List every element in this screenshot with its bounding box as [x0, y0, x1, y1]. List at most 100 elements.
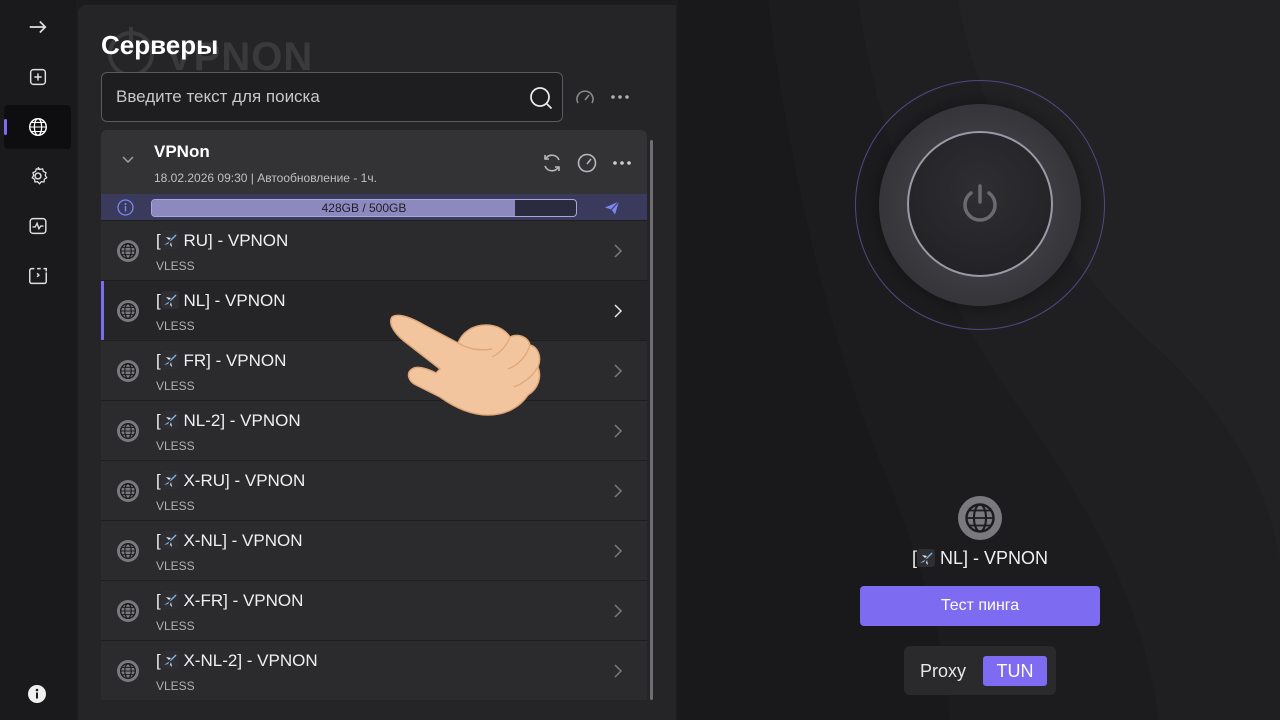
- server-protocol: VLESS: [156, 679, 195, 693]
- add-square-icon: [29, 68, 46, 86]
- chevron-down-icon[interactable]: [121, 152, 135, 166]
- search-box: [101, 72, 563, 122]
- server-name: [ X-FR] - VPNON: [156, 591, 304, 610]
- server-name: [ X-NL] - VPNON: [156, 531, 303, 550]
- speedtest-icon[interactable]: [576, 152, 598, 174]
- server-name: [ NL] - VPNON: [156, 291, 286, 310]
- chevron-right-icon[interactable]: [613, 423, 623, 439]
- server-name-label: X-FR] - VPNON: [183, 591, 304, 610]
- info-icon[interactable]: [117, 199, 134, 216]
- airplane-icon: [160, 591, 179, 609]
- airplane-icon: [160, 351, 179, 369]
- globe-icon: [28, 118, 47, 136]
- airplane-icon: [160, 531, 179, 549]
- chevron-right-icon[interactable]: [613, 543, 623, 559]
- globe-icon: [965, 503, 995, 533]
- ping-test-button[interactable]: Тест пинга: [860, 586, 1100, 626]
- globe-icon: [117, 480, 139, 502]
- server-row[interactable]: [ FR] - VPNON VLESS: [101, 340, 647, 400]
- sidebar-item-tools[interactable]: [4, 254, 71, 298]
- refresh-icon[interactable]: [541, 152, 563, 174]
- more-options-icon[interactable]: [608, 85, 632, 109]
- scrollbar[interactable]: [650, 140, 653, 700]
- server-protocol: VLESS: [156, 319, 195, 333]
- info-icon: [35, 688, 39, 699]
- airplane-icon: [160, 411, 179, 429]
- traffic-progress-bar: 428GB / 500GB: [151, 199, 577, 217]
- chevron-right-icon[interactable]: [613, 243, 623, 259]
- server-protocol: VLESS: [156, 559, 195, 573]
- server-name-label: NL] - VPNON: [183, 291, 286, 310]
- search-input[interactable]: [116, 85, 516, 109]
- arrow-right-icon: [29, 20, 47, 34]
- server-row[interactable]: [ X-NL-2] - VPNON VLESS: [101, 640, 647, 700]
- server-name-label: X-NL] - VPNON: [183, 531, 303, 550]
- server-name-label: NL-2] - VPNON: [183, 411, 301, 430]
- info-button[interactable]: [28, 685, 46, 703]
- server-name: [ RU] - VPNON: [156, 231, 289, 250]
- sidebar-item-settings[interactable]: [4, 154, 71, 198]
- server-name-label: RU] - VPNON: [183, 231, 289, 250]
- airplane-icon: [916, 549, 935, 567]
- sidebar-item-servers[interactable]: [4, 105, 71, 149]
- server-name-label: X-RU] - VPNON: [183, 471, 306, 490]
- server-name: [ X-RU] - VPNON: [156, 471, 306, 490]
- chevron-right-icon[interactable]: [613, 303, 623, 319]
- globe-icon: [117, 420, 139, 442]
- server-row[interactable]: [ NL-2] - VPNON VLESS: [101, 400, 647, 460]
- server-row[interactable]: [ NL] - VPNON VLESS: [101, 280, 647, 341]
- chevron-right-icon[interactable]: [613, 483, 623, 499]
- pointing-hand-icon: [390, 314, 541, 416]
- server-protocol: VLESS: [156, 619, 195, 633]
- current-server-label: NL] - VPNON: [940, 548, 1049, 568]
- server-name: [ X-NL-2] - VPNON: [156, 651, 318, 670]
- globe-icon: [117, 360, 139, 382]
- power-icon: [963, 184, 997, 222]
- airplane-icon: [160, 651, 179, 669]
- box-icon: [28, 267, 47, 285]
- server-name-label: FR] - VPNON: [183, 351, 287, 370]
- connect-power-button[interactable]: [907, 131, 1053, 277]
- gear-icon: [30, 166, 48, 185]
- server-name: [ FR] - VPNON: [156, 351, 287, 370]
- airplane-icon: [160, 291, 179, 309]
- group-update-info: 18.02.2026 09:30 | Автообновление - 1ч.: [154, 171, 377, 185]
- server-protocol: VLESS: [156, 379, 195, 393]
- search-icon[interactable]: [528, 85, 554, 111]
- servers-panel: VPNON Серверы VPNon 18.02.2026 09:30 | А…: [78, 5, 676, 720]
- server-protocol: VLESS: [156, 499, 195, 513]
- collapse-sidebar-button[interactable]: [4, 5, 71, 49]
- globe-icon: [117, 660, 139, 682]
- activity-monitor-icon: [28, 217, 47, 235]
- more-options-icon[interactable]: [610, 151, 634, 175]
- mode-toggle: Proxy TUN: [904, 646, 1056, 695]
- airplane-icon: [160, 231, 179, 249]
- chevron-right-icon[interactable]: [613, 663, 623, 679]
- mode-proxy-option[interactable]: Proxy: [910, 656, 976, 686]
- group-name: VPNon: [154, 142, 210, 161]
- chevron-right-icon[interactable]: [613, 363, 623, 379]
- subscription-group-header[interactable]: VPNon 18.02.2026 09:30 | Автообновление …: [101, 130, 647, 194]
- globe-icon: [117, 600, 139, 622]
- server-name: [ NL-2] - VPNON: [156, 411, 301, 430]
- mode-tun-option[interactable]: TUN: [983, 656, 1047, 686]
- chevron-right-icon[interactable]: [613, 603, 623, 619]
- telegram-send-icon[interactable]: [604, 200, 620, 216]
- globe-icon: [117, 240, 139, 262]
- server-name-label: X-NL-2] - VPNON: [183, 651, 318, 670]
- globe-icon: [117, 540, 139, 562]
- sidebar-item-monitor[interactable]: [4, 204, 71, 248]
- server-protocol: VLESS: [156, 259, 195, 273]
- server-row[interactable]: [ RU] - VPNON VLESS: [101, 220, 647, 280]
- server-protocol: VLESS: [156, 439, 195, 453]
- page-title: Серверы: [101, 30, 219, 60]
- server-row[interactable]: [ X-RU] - VPNON VLESS: [101, 460, 647, 520]
- sidebar-item-add[interactable]: [4, 55, 71, 99]
- airplane-icon: [160, 471, 179, 489]
- speedtest-icon[interactable]: [574, 87, 596, 109]
- server-list: VPNon 18.02.2026 09:30 | Автообновление …: [101, 130, 647, 700]
- server-row[interactable]: [ X-NL] - VPNON VLESS: [101, 520, 647, 580]
- globe-icon: [117, 300, 139, 322]
- server-row[interactable]: [ X-FR] - VPNON VLESS: [101, 580, 647, 640]
- traffic-usage-label: 428GB / 500GB: [321, 201, 407, 215]
